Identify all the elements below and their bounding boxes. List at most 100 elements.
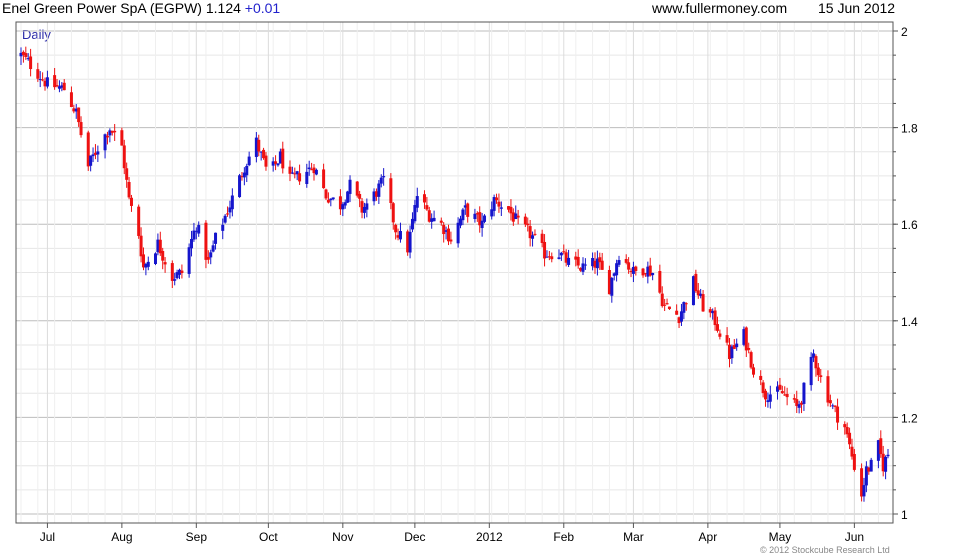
candle: [187, 243, 191, 278]
candle: [701, 290, 705, 312]
candle: [473, 208, 477, 223]
candle-body: [153, 253, 157, 265]
candle-body: [747, 348, 751, 350]
y-tick-label: 1.2: [901, 411, 918, 425]
candle-body: [192, 230, 196, 240]
x-tick-label: Feb: [553, 530, 574, 544]
candle-body: [862, 485, 866, 497]
candle-body: [675, 310, 679, 315]
candle-body: [624, 258, 628, 263]
candle-body: [425, 205, 429, 210]
candle: [209, 249, 213, 265]
candle-body: [540, 233, 544, 243]
candle: [665, 298, 669, 305]
candle-body: [759, 375, 763, 380]
candle: [634, 265, 638, 276]
candle: [108, 128, 112, 143]
x-tick-label: May: [769, 530, 792, 544]
candle-body: [879, 438, 883, 455]
candle: [19, 47, 23, 65]
candle-body: [701, 294, 705, 312]
candle: [372, 188, 376, 206]
candle-body: [641, 268, 645, 276]
candle-body: [223, 215, 227, 223]
candle: [161, 247, 165, 270]
candle: [744, 326, 748, 358]
x-tick-label: Dec: [404, 530, 425, 544]
candle-body: [543, 241, 547, 259]
candle-body: [238, 175, 242, 198]
candle-body: [667, 306, 671, 310]
candle-body: [29, 56, 33, 70]
candle-body: [120, 130, 124, 146]
candle-body: [684, 303, 688, 305]
candle-body: [113, 130, 117, 133]
candle-body: [752, 367, 756, 375]
candle-body: [180, 270, 184, 274]
candle-body: [533, 233, 537, 235]
candle-body: [170, 263, 174, 281]
candle-body: [583, 264, 587, 266]
candle: [483, 214, 487, 224]
candle-body: [382, 176, 386, 178]
candle: [735, 338, 739, 351]
candle-body: [129, 197, 133, 206]
y-tick-label: 1: [901, 508, 908, 522]
candle: [764, 388, 768, 407]
candle-body: [96, 151, 100, 155]
candle: [446, 224, 450, 246]
candle: [29, 48, 33, 77]
candle-body: [785, 393, 789, 398]
candle: [478, 206, 482, 233]
candle-body: [615, 263, 619, 276]
candle-body: [389, 178, 393, 204]
candle: [550, 252, 554, 263]
y-tick-label: 1.8: [901, 122, 918, 136]
y-tick-label: 1.4: [901, 315, 918, 329]
candle-body: [725, 335, 729, 343]
candle-body: [190, 238, 194, 249]
candle-body: [713, 310, 717, 326]
candle-body: [665, 303, 669, 305]
candle: [667, 306, 671, 310]
candle: [89, 155, 93, 172]
candle: [466, 202, 470, 223]
candle-body: [816, 367, 820, 376]
gridlines: [16, 22, 893, 523]
candle-body: [24, 53, 28, 57]
candle-body: [62, 82, 66, 91]
candle-body: [651, 272, 655, 276]
candle-body: [139, 235, 143, 257]
candle-body: [77, 107, 81, 123]
candle-body: [446, 228, 450, 242]
candle-body: [634, 266, 638, 272]
candle-body: [658, 270, 662, 293]
candlestick-series: [19, 46, 890, 502]
candle-body: [828, 400, 832, 404]
candle-body: [559, 252, 563, 256]
candle-body: [531, 235, 535, 239]
candle-body: [814, 356, 818, 369]
candle-body: [305, 171, 309, 184]
x-axis: Jul Aug Sep Oct Nov Dec 2012 Feb Mar Apr May Jun: [40, 523, 864, 544]
candle-body: [694, 273, 698, 292]
candle: [324, 188, 328, 201]
candle-body: [55, 85, 59, 87]
candle-body: [322, 169, 326, 189]
candle: [271, 157, 275, 172]
candle-body: [365, 203, 369, 210]
candle-body: [809, 356, 813, 386]
candle-body: [163, 262, 167, 265]
candle: [247, 151, 251, 167]
candle-body: [768, 394, 772, 402]
candle: [658, 264, 662, 294]
candle: [836, 398, 840, 430]
candle: [768, 385, 772, 409]
candle-body: [663, 304, 667, 306]
candle-body: [276, 163, 280, 166]
candle: [631, 261, 635, 283]
candle-body: [600, 260, 604, 270]
candle: [879, 430, 883, 458]
candle-body: [209, 252, 213, 258]
candle-body: [422, 194, 426, 203]
